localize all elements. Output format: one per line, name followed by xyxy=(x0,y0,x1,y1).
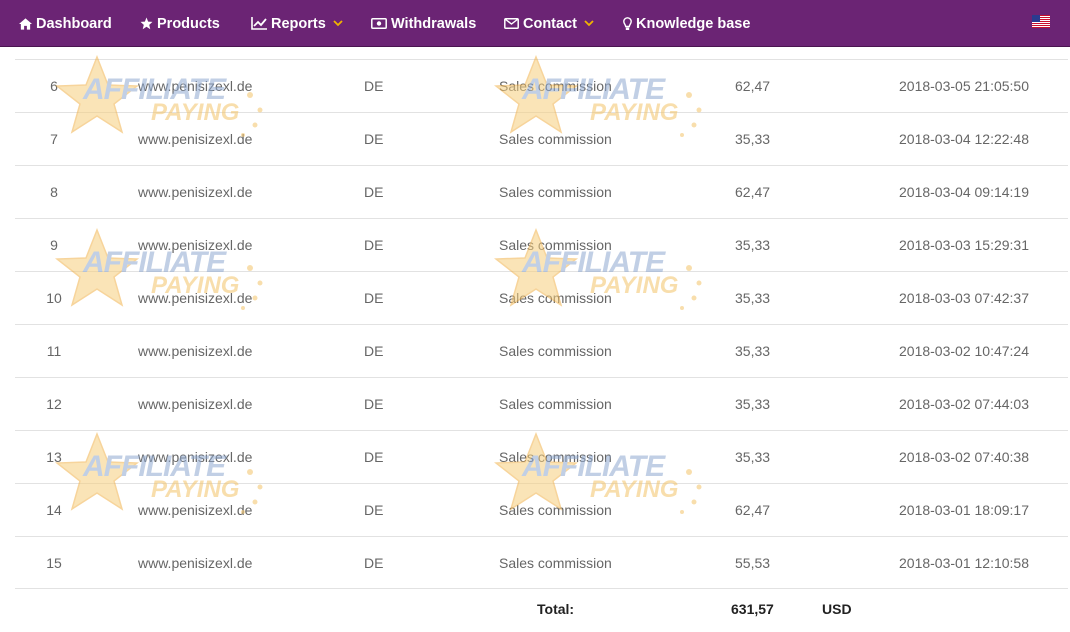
row-date: 2018-03-04 09:14:19 xyxy=(899,184,1029,200)
row-site: www.penisizexl.de xyxy=(138,343,253,359)
row-number: 9 xyxy=(50,237,58,253)
row-number: 13 xyxy=(46,449,62,465)
row-date: 2018-03-02 07:40:38 xyxy=(899,449,1029,465)
nav-contact[interactable]: Contact xyxy=(504,0,598,47)
row-date: 2018-03-02 07:44:03 xyxy=(899,396,1029,412)
row-amount: 62,47 xyxy=(735,502,771,518)
row-amount: 35,33 xyxy=(735,449,771,465)
table-row: 10 www.penisizexl.de DE Sales commission 35,… xyxy=(15,271,1068,324)
table-row: 14 www.penisizexl.de DE Sales commission 62,… xyxy=(15,483,1068,536)
table-row: 7 www.penisizexl.de DE Sales commission 35,3… xyxy=(15,112,1068,165)
row-country: DE xyxy=(364,290,384,306)
row-site: www.penisizexl.de xyxy=(138,502,253,518)
table-row: 6 www.penisizexl.de DE Sales commission 62,4… xyxy=(15,59,1068,112)
row-country: DE xyxy=(364,184,384,200)
table-row: 13 www.penisizexl.de DE Sales commission 35,… xyxy=(15,430,1068,483)
nav-products-label: Products xyxy=(157,15,220,32)
nav-knowledge-base[interactable]: Knowledge base xyxy=(623,0,750,47)
total-row: Total: 631,57 USD xyxy=(15,588,1068,632)
row-type: Sales commission xyxy=(499,237,612,253)
row-number: 7 xyxy=(50,131,58,147)
row-country: DE xyxy=(364,237,384,253)
nav-knowledge-base-label: Knowledge base xyxy=(636,15,751,32)
table-row: 15 www.penisizexl.de DE Sales commission 55,… xyxy=(15,536,1068,589)
total-currency: USD xyxy=(822,601,852,617)
nav-withdrawals-label: Withdrawals xyxy=(391,15,477,32)
row-country: DE xyxy=(364,555,384,571)
row-type: Sales commission xyxy=(499,131,612,147)
row-number: 8 xyxy=(50,184,58,200)
top-navbar: Dashboard Products Reports Withdrawals C… xyxy=(0,0,1070,47)
row-number: 6 xyxy=(50,78,58,94)
row-date: 2018-03-04 12:22:48 xyxy=(899,131,1029,147)
home-icon xyxy=(19,17,32,30)
row-type: Sales commission xyxy=(499,449,612,465)
row-date: 2018-03-03 07:42:37 xyxy=(899,290,1029,306)
row-type: Sales commission xyxy=(499,343,612,359)
row-type: Sales commission xyxy=(499,396,612,412)
nav-contact-label: Contact xyxy=(523,15,577,32)
row-amount: 62,47 xyxy=(735,78,771,94)
chevron-down-icon xyxy=(584,20,594,27)
row-amount: 35,33 xyxy=(735,131,771,147)
banknote-icon xyxy=(371,18,387,29)
row-amount: 55,53 xyxy=(735,555,771,571)
total-label: Total: xyxy=(537,601,575,617)
table-row: 12 www.penisizexl.de DE Sales commission 35,… xyxy=(15,377,1068,430)
us-flag-icon[interactable] xyxy=(1032,15,1050,28)
row-type: Sales commission xyxy=(499,555,612,571)
nav-reports-label: Reports xyxy=(271,15,326,32)
row-number: 10 xyxy=(46,290,62,306)
row-site: www.penisizexl.de xyxy=(138,131,253,147)
row-site: www.penisizexl.de xyxy=(138,237,253,253)
row-amount: 35,33 xyxy=(735,343,771,359)
row-number: 11 xyxy=(46,343,62,359)
row-type: Sales commission xyxy=(499,502,612,518)
table-row: 8 www.penisizexl.de DE Sales commission 62,4… xyxy=(15,165,1068,218)
row-country: DE xyxy=(364,78,384,94)
row-site: www.penisizexl.de xyxy=(138,555,253,571)
row-type: Sales commission xyxy=(499,78,612,94)
row-number: 15 xyxy=(46,555,62,571)
nav-dashboard-label: Dashboard xyxy=(36,15,112,32)
envelope-icon xyxy=(504,18,519,29)
row-date: 2018-03-01 18:09:17 xyxy=(899,502,1029,518)
chevron-down-icon xyxy=(333,20,343,27)
row-number: 14 xyxy=(46,502,62,518)
row-country: DE xyxy=(364,343,384,359)
row-type: Sales commission xyxy=(499,184,612,200)
row-site: www.penisizexl.de xyxy=(138,290,253,306)
table-row: 11 www.penisizexl.de DE Sales commission 35,… xyxy=(15,324,1068,377)
nav-products[interactable]: Products xyxy=(140,0,220,47)
nav-reports[interactable]: Reports xyxy=(251,0,347,47)
total-value: 631,57 xyxy=(731,601,774,617)
table-row: 9 www.penisizexl.de DE Sales commission 35,3… xyxy=(15,218,1068,271)
row-date: 2018-03-02 10:47:24 xyxy=(899,343,1029,359)
row-amount: 35,33 xyxy=(735,396,771,412)
row-date: 2018-03-03 15:29:31 xyxy=(899,237,1029,253)
commission-table: 6 www.penisizexl.de DE Sales commission 62,4… xyxy=(0,47,1070,632)
row-site: www.penisizexl.de xyxy=(138,449,253,465)
row-amount: 35,33 xyxy=(735,237,771,253)
row-date: 2018-03-01 12:10:58 xyxy=(899,555,1029,571)
star-icon xyxy=(140,17,153,30)
row-country: DE xyxy=(364,396,384,412)
row-country: DE xyxy=(364,449,384,465)
lightbulb-icon xyxy=(623,16,632,30)
row-site: www.penisizexl.de xyxy=(138,396,253,412)
nav-withdrawals[interactable]: Withdrawals xyxy=(371,0,476,47)
row-site: www.penisizexl.de xyxy=(138,184,253,200)
row-amount: 62,47 xyxy=(735,184,771,200)
row-date: 2018-03-05 21:05:50 xyxy=(899,78,1029,94)
row-amount: 35,33 xyxy=(735,290,771,306)
line-chart-icon xyxy=(251,17,267,30)
row-site: www.penisizexl.de xyxy=(138,78,253,94)
row-type: Sales commission xyxy=(499,290,612,306)
row-country: DE xyxy=(364,131,384,147)
nav-dashboard[interactable]: Dashboard xyxy=(19,0,112,47)
row-number: 12 xyxy=(46,396,62,412)
row-country: DE xyxy=(364,502,384,518)
